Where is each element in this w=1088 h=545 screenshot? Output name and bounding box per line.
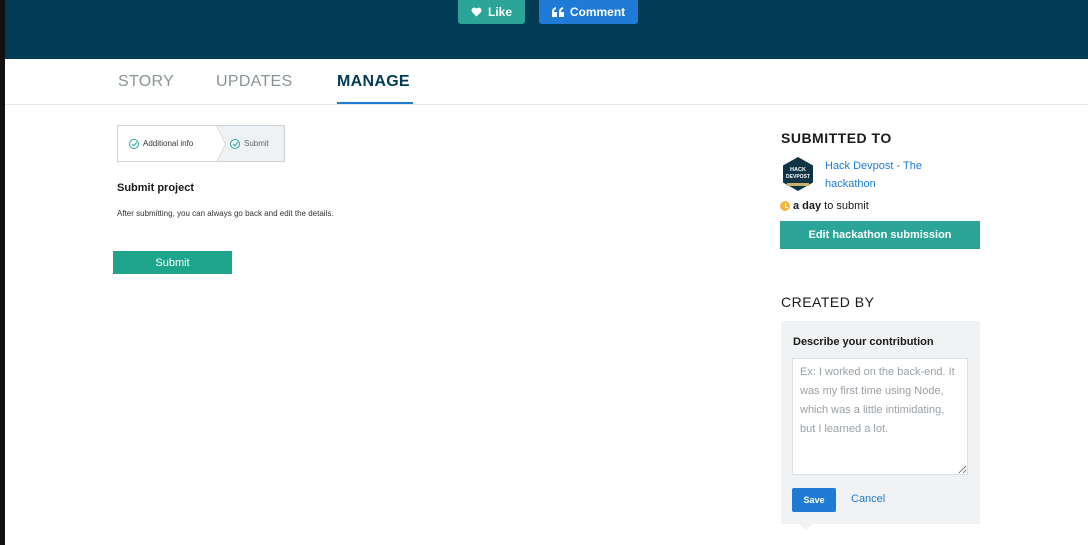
heart-icon xyxy=(471,7,482,17)
step-additional-info-label: Additional info xyxy=(143,139,194,148)
cancel-link[interactable]: Cancel xyxy=(851,493,885,505)
hackathon-logo-text-1: HACK xyxy=(790,167,806,173)
submission-stepper: Additional info Submit xyxy=(117,125,285,163)
panel-pointer xyxy=(799,524,813,530)
clock-icon xyxy=(780,201,790,211)
hackathon-link[interactable]: Hack Devpost - The hackathon xyxy=(825,157,965,193)
contribution-textarea[interactable] xyxy=(792,358,968,475)
like-label: Like xyxy=(487,5,512,19)
created-by-heading: CREATED BY xyxy=(781,294,875,310)
step-additional-info[interactable]: Additional info xyxy=(118,125,226,163)
active-tab-indicator xyxy=(337,102,413,104)
tab-updates[interactable]: UPDATES xyxy=(216,73,292,91)
quote-icon xyxy=(551,7,564,17)
project-tabs: STORY UPDATES MANAGE xyxy=(5,59,1088,105)
submit-project-title: Submit project xyxy=(117,182,195,194)
step-submit[interactable]: Submit xyxy=(216,126,284,161)
comment-label: Comment xyxy=(569,5,626,19)
like-button[interactable]: Like xyxy=(458,0,525,24)
deadline-info: a day to submit xyxy=(780,200,869,212)
step-submit-label: Submit xyxy=(244,139,269,148)
project-hero-banner: Like Comment xyxy=(5,0,1088,59)
tab-story[interactable]: STORY xyxy=(118,73,174,91)
check-circle-icon xyxy=(230,138,240,149)
hackathon-logo[interactable]: HACK DEVPOST xyxy=(780,156,816,192)
save-button[interactable]: Save xyxy=(792,488,836,512)
check-circle-icon xyxy=(129,138,139,149)
submitted-to-heading: SUBMITTED TO xyxy=(781,130,892,146)
submit-project-description: After submitting, you can always go back… xyxy=(117,209,334,218)
hackathon-logo-text-2: DEVPOST xyxy=(786,174,810,180)
edit-hackathon-submission-button[interactable]: Edit hackathon submission xyxy=(780,221,980,249)
submit-button[interactable]: Submit xyxy=(113,251,232,274)
deadline-rest: to submit xyxy=(824,200,869,212)
tab-manage[interactable]: MANAGE xyxy=(337,73,410,91)
contribution-title: Describe your contribution xyxy=(793,336,934,348)
deadline-bold: a day xyxy=(793,200,822,212)
contribution-panel: Describe your contribution Save Cancel xyxy=(781,321,980,530)
comment-button[interactable]: Comment xyxy=(539,0,638,24)
